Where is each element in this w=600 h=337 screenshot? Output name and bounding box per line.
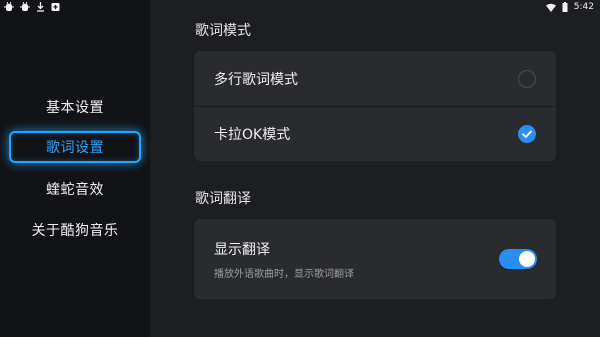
section-title-lyrics-translation: 歌词翻译 xyxy=(195,191,251,207)
option-multiline-lyrics[interactable]: 多行歌词模式 xyxy=(194,51,556,106)
sidebar-item-about[interactable]: 关于酷狗音乐 xyxy=(0,214,150,246)
toggle-description: 播放外语歌曲时，显示歌词翻译 xyxy=(214,269,354,280)
sidebar-item-viper-sound[interactable]: 蝰蛇音效 xyxy=(0,173,150,205)
option-karaoke[interactable]: 卡拉OK模式 xyxy=(194,106,556,161)
section-title-lyrics-mode: 歌词模式 xyxy=(195,23,251,39)
status-bar: 5:42 xyxy=(0,0,600,14)
download-icon xyxy=(36,2,45,12)
lyrics-mode-card: 多行歌词模式 卡拉OK模式 xyxy=(194,51,556,161)
sidebar-item-basic-settings[interactable]: 基本设置 xyxy=(0,91,150,123)
sidebar: 基本设置 歌词设置 蝰蛇音效 关于酷狗音乐 xyxy=(0,0,150,337)
checkmark-icon xyxy=(522,130,532,138)
show-translation-toggle[interactable] xyxy=(499,249,537,269)
sidebar-item-label: 基本设置 xyxy=(46,100,104,116)
clock-time: 5:42 xyxy=(573,2,594,12)
bug-icon xyxy=(20,2,30,12)
wifi-icon xyxy=(545,2,556,12)
option-label: 卡拉OK模式 xyxy=(214,126,291,143)
sidebar-item-label: 歌词设置 xyxy=(46,140,104,156)
battery-icon xyxy=(562,2,568,12)
sidebar-item-label: 关于酷狗音乐 xyxy=(31,223,119,239)
toggle-label: 显示翻译 xyxy=(214,242,270,258)
app-screen: 基本设置 歌词设置 蝰蛇音效 关于酷狗音乐 歌词模式 多行歌词模式 卡拉OK模式 xyxy=(0,0,600,337)
lyrics-translation-card: 显示翻译 播放外语歌曲时，显示歌词翻译 xyxy=(194,219,556,299)
sidebar-item-label: 蝰蛇音效 xyxy=(46,182,104,198)
radio-button-checked[interactable] xyxy=(518,124,536,143)
toggle-knob xyxy=(519,251,535,267)
main-content: 歌词模式 多行歌词模式 卡拉OK模式 歌词翻译 显示翻译 播放外语歌曲时，显示歌… xyxy=(150,0,600,337)
bug-icon xyxy=(4,2,14,12)
radio-button-unchecked[interactable] xyxy=(518,69,536,88)
sidebar-item-lyrics-settings[interactable]: 歌词设置 xyxy=(9,131,141,163)
plus-square-icon xyxy=(51,2,60,12)
option-label: 多行歌词模式 xyxy=(214,71,298,88)
